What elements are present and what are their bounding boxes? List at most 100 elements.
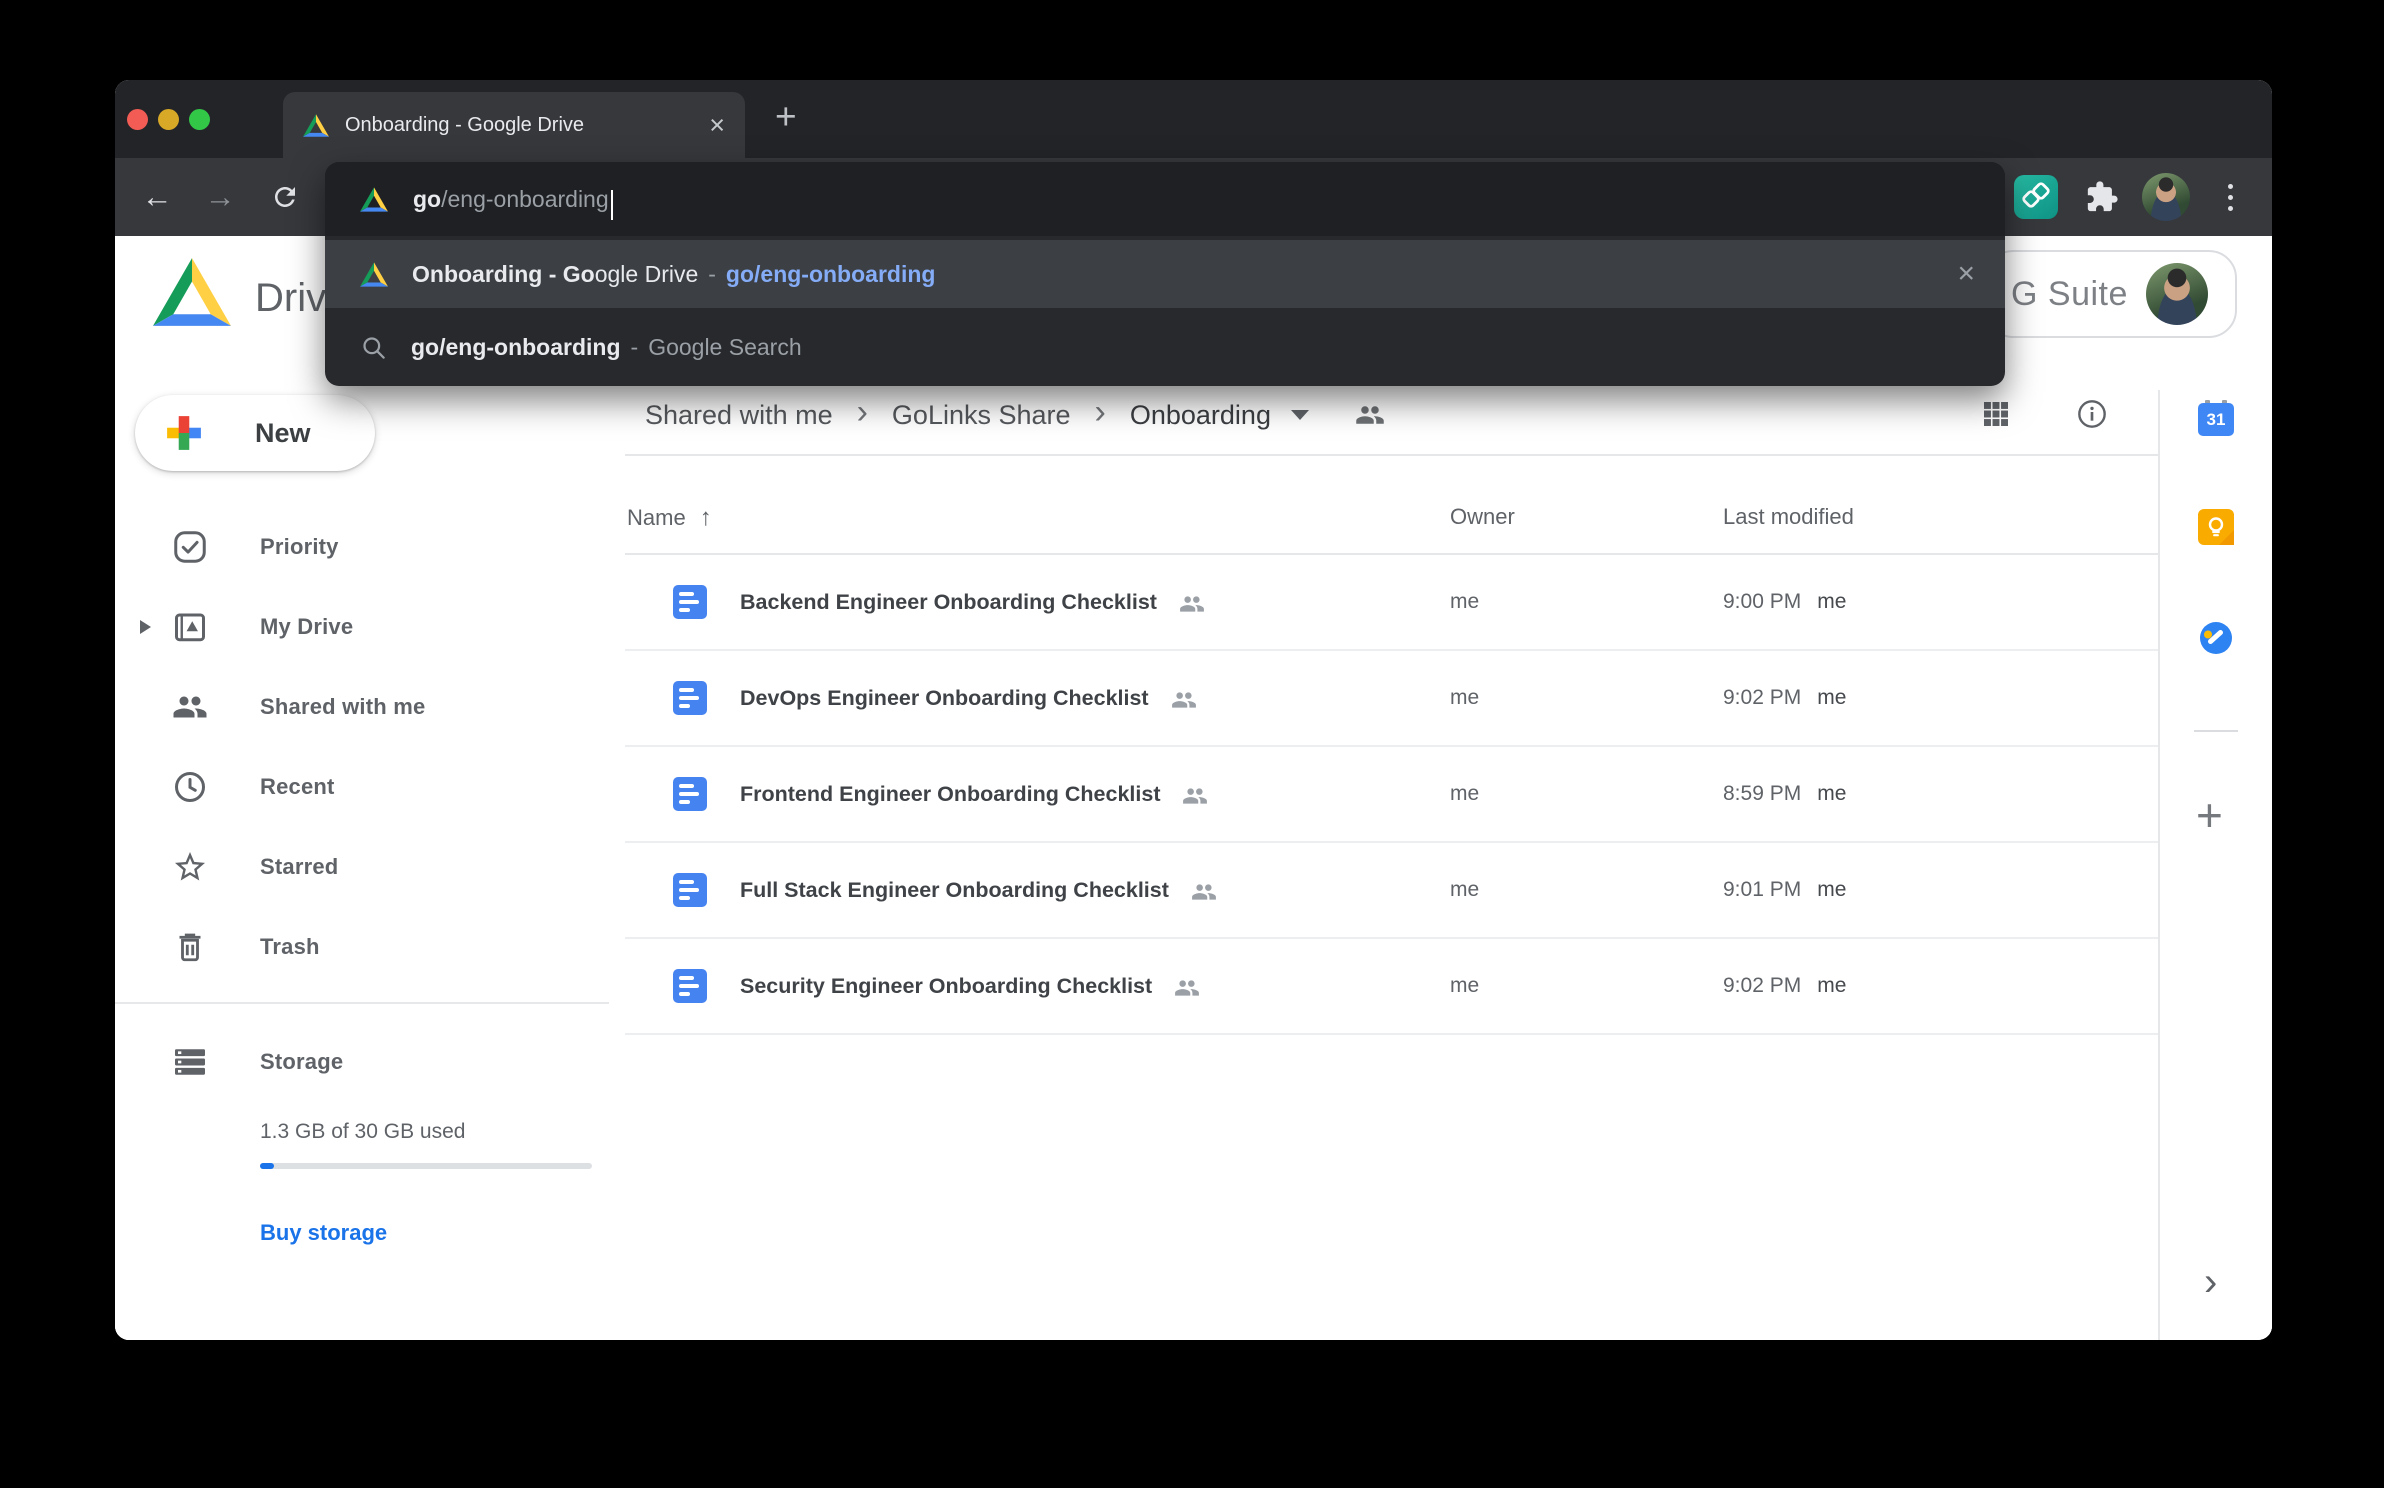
- table-row[interactable]: Security Engineer Onboarding Checklist m…: [625, 939, 2158, 1035]
- chevron-right-icon: ›: [1095, 412, 1106, 418]
- calendar-icon: 31: [2198, 403, 2234, 436]
- file-name: Frontend Engineer Onboarding Checklist: [740, 782, 1160, 807]
- drive-page: Drive G Suite New Priority My Drive: [115, 236, 2272, 1340]
- breadcrumb-golinks-share[interactable]: GoLinks Share: [892, 400, 1071, 431]
- new-tab-button[interactable]: +: [775, 96, 797, 138]
- folder-shared-icon[interactable]: [1353, 400, 1387, 430]
- tab-title: Onboarding - Google Drive: [345, 114, 697, 137]
- dismiss-suggestion-icon[interactable]: ×: [1957, 259, 1975, 289]
- buy-storage-link[interactable]: Buy storage: [260, 1220, 387, 1246]
- browser-tab[interactable]: Onboarding - Google Drive ×: [283, 92, 745, 158]
- drive-logo-icon[interactable]: [153, 258, 231, 326]
- fullscreen-window-button[interactable]: [189, 109, 210, 130]
- sidebar-item-label: Shared with me: [260, 694, 425, 720]
- sidebar-item-label: Priority: [260, 534, 339, 560]
- priority-icon: [172, 529, 208, 565]
- browser-profile-avatar[interactable]: [2142, 158, 2190, 236]
- column-header-owner: Owner: [1450, 504, 1515, 530]
- sidebar-item-starred[interactable]: Starred: [115, 827, 625, 907]
- google-plus-icon: [165, 414, 203, 452]
- suggestion-url: go/eng-onboarding: [726, 261, 936, 288]
- account-avatar[interactable]: [2146, 263, 2208, 325]
- suggestion-engine: Google Search: [648, 334, 801, 361]
- grid-view-button[interactable]: [1980, 398, 2012, 430]
- close-window-button[interactable]: [127, 109, 148, 130]
- google-docs-icon: [673, 681, 707, 715]
- collapse-rail-chevron[interactable]: ›: [2204, 1260, 2217, 1305]
- sidebar-item-shared-with-me[interactable]: Shared with me: [115, 667, 625, 747]
- storage-icon: [172, 1044, 208, 1080]
- expand-arrow-icon[interactable]: [140, 620, 151, 634]
- puzzle-icon: [2085, 180, 2119, 214]
- gsuite-badge: G Suite: [1985, 250, 2237, 338]
- sidebar-item-priority[interactable]: Priority: [115, 507, 625, 587]
- browser-menu-button[interactable]: [2213, 158, 2247, 236]
- new-button[interactable]: New: [135, 395, 375, 471]
- file-shared-icon: [1180, 783, 1210, 809]
- golinks-icon: [2014, 175, 2058, 219]
- omnibox[interactable]: go/eng-onboarding: [325, 162, 2005, 236]
- table-row[interactable]: Frontend Engineer Onboarding Checklist m…: [625, 747, 2158, 843]
- file-shared-icon: [1177, 591, 1207, 617]
- google-docs-icon: [673, 585, 707, 619]
- breadcrumb-onboarding[interactable]: Onboarding: [1130, 400, 1271, 431]
- minimize-window-button[interactable]: [158, 109, 179, 130]
- table-row[interactable]: DevOps Engineer Onboarding Checklist me …: [625, 651, 2158, 747]
- breadcrumb-shared-with-me[interactable]: Shared with me: [645, 400, 833, 431]
- file-name: DevOps Engineer Onboarding Checklist: [740, 686, 1149, 711]
- tab-bar: Onboarding - Google Drive × +: [115, 80, 2272, 158]
- file-owner: me: [1450, 782, 1479, 806]
- file-owner: me: [1450, 686, 1479, 710]
- storage-usage-text: 1.3 GB of 30 GB used: [260, 1120, 465, 1144]
- keep-button[interactable]: [2198, 509, 2234, 545]
- file-name: Full Stack Engineer Onboarding Checklist: [740, 878, 1169, 903]
- google-docs-icon: [673, 873, 707, 907]
- table-row[interactable]: Full Stack Engineer Onboarding Checklist…: [625, 843, 2158, 939]
- google-docs-icon: [673, 969, 707, 1003]
- divider: [2194, 730, 2238, 732]
- storage-progress-fill: [260, 1163, 274, 1169]
- reload-icon: [270, 182, 300, 212]
- suggestion-query: go/eng-onboarding: [411, 334, 621, 361]
- desktop-background: Onboarding - Google Drive × + ← → Drive …: [0, 0, 2384, 1488]
- file-shared-icon: [1172, 975, 1202, 1001]
- storage-progress-bar: [260, 1163, 592, 1169]
- extensions-button[interactable]: [2085, 158, 2119, 236]
- sort-ascending-icon[interactable]: ↑: [700, 504, 712, 532]
- shared-people-icon: [172, 689, 208, 725]
- omnibox-typed-text: go: [413, 186, 441, 213]
- sidebar-item-recent[interactable]: Recent: [115, 747, 625, 827]
- folder-menu-caret-icon[interactable]: [1291, 410, 1309, 420]
- info-button[interactable]: [2076, 398, 2108, 430]
- omnibox-completion-text: /eng-onboarding: [441, 186, 609, 213]
- file-modified: 9:00 PMme: [1723, 590, 1846, 614]
- forward-button[interactable]: →: [198, 158, 242, 236]
- file-list-panel: Shared with me › GoLinks Share › Onboard…: [625, 390, 2158, 1340]
- tab-close-icon[interactable]: ×: [709, 112, 725, 139]
- drive-favicon-icon: [360, 262, 388, 287]
- tasks-icon: [2198, 620, 2234, 656]
- sidebar-item-trash[interactable]: Trash: [115, 907, 625, 987]
- suggestion-google-search[interactable]: go/eng-onboarding - Google Search: [325, 308, 2005, 386]
- tasks-button[interactable]: [2198, 620, 2234, 656]
- golinks-extension-button[interactable]: [2014, 158, 2058, 236]
- suggestion-dash: -: [708, 261, 716, 288]
- file-name: Backend Engineer Onboarding Checklist: [740, 590, 1157, 615]
- browser-window: Onboarding - Google Drive × + ← → Drive …: [115, 80, 2272, 1340]
- column-header-name[interactable]: Name ↑: [627, 504, 712, 532]
- back-button[interactable]: ←: [135, 158, 179, 236]
- suggestion-drive-result[interactable]: Onboarding - Google Drive - go/eng-onboa…: [325, 240, 2005, 308]
- google-docs-icon: [673, 777, 707, 811]
- file-modified: 9:02 PMme: [1723, 974, 1846, 998]
- table-row[interactable]: Backend Engineer Onboarding Checklist me…: [625, 555, 2158, 651]
- sidebar-item-storage[interactable]: Storage: [115, 1022, 625, 1102]
- sidebar-item-label: Storage: [260, 1049, 343, 1075]
- breadcrumb: Shared with me › GoLinks Share › Onboard…: [625, 390, 2158, 454]
- sidebar: New Priority My Drive Shared with me Rec…: [115, 390, 625, 1340]
- companion-rail: 31 + ›: [2158, 390, 2272, 1340]
- calendar-button[interactable]: 31: [2198, 400, 2234, 436]
- sidebar-item-my-drive[interactable]: My Drive: [115, 587, 625, 667]
- add-addon-button[interactable]: +: [2196, 788, 2223, 842]
- reload-button[interactable]: [263, 158, 307, 236]
- sidebar-item-label: Recent: [260, 774, 335, 800]
